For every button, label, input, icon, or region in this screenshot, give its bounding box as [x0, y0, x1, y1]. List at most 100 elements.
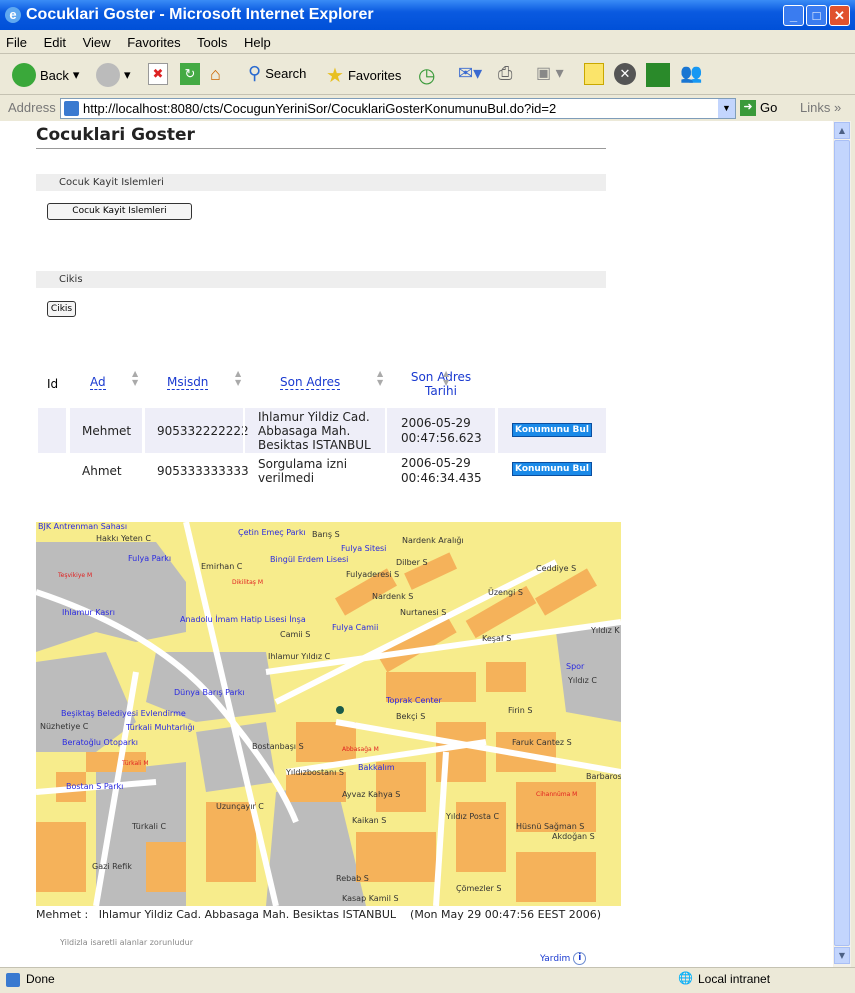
caption-time: (Mon May 29 00:47:56 EEST 2006)	[410, 908, 602, 921]
cell-ad: Mehmet	[82, 423, 132, 438]
map-label: Uzunçayır C	[216, 802, 264, 811]
sort-icon[interactable]: ▲ ▼	[132, 369, 138, 387]
links-button[interactable]: Links »	[800, 100, 841, 115]
history-icon[interactable]: ◷	[418, 63, 435, 88]
map-label: Ihlamur Kasrı	[62, 608, 115, 617]
info-icon: i	[573, 952, 587, 965]
scroll-up-icon[interactable]: ▲	[834, 122, 850, 139]
scroll-down-icon[interactable]: ▼	[834, 947, 850, 964]
map-label: Hüsnü Sağman S	[516, 822, 585, 831]
title-bar: e Cocuklari Goster - Microsoft Internet …	[0, 0, 855, 30]
dropdown-icon[interactable]: ▼	[718, 99, 735, 118]
minimize-button[interactable]: _	[783, 5, 804, 26]
messenger-icon[interactable]: 👥	[680, 63, 702, 84]
map-label: Hakkı Yeten C	[96, 534, 151, 543]
header-son-adres-tarihi[interactable]: Son Adres Tarihi	[408, 370, 474, 398]
cell-adres: Ihlamur Yildiz Cad. Abbasaga Mah. Besikt…	[258, 409, 371, 452]
map-label: Bostan S Parkı	[66, 782, 124, 791]
sort-icon[interactable]: ▲ ▼	[443, 369, 449, 387]
map-label: Ceddiye S	[536, 564, 577, 573]
header-ad[interactable]: Ad	[90, 375, 106, 390]
map-label: Emirhan C	[201, 562, 243, 571]
menu-favorites[interactable]: Favorites	[127, 35, 180, 50]
header-id: Id	[47, 377, 59, 391]
menu-bar: File Edit View Favorites Tools Help	[0, 31, 855, 54]
map-label: Çetin Emeç Parkı	[238, 528, 306, 537]
sort-icon[interactable]: ▲ ▼	[235, 369, 241, 387]
menu-view[interactable]: View	[83, 35, 111, 50]
refresh-icon[interactable]: ↻	[180, 63, 200, 85]
sort-icon[interactable]: ▲ ▼	[377, 369, 383, 387]
menu-tools[interactable]: Tools	[197, 35, 227, 50]
address-input[interactable]: http://localhost:8080/cts/CocugunYeriniS…	[60, 98, 736, 119]
map-label: Bekçi S	[396, 712, 426, 721]
caption-address: Ihlamur Yildiz Cad. Abbasaga Mah. Besikt…	[98, 908, 397, 921]
menu-help[interactable]: Help	[244, 35, 271, 50]
map-label: Yıldız C	[568, 676, 597, 685]
caption-name: Mehmet :	[36, 908, 89, 921]
menu-edit[interactable]: Edit	[44, 35, 66, 50]
map-label: Barış S	[312, 530, 340, 539]
map-label: Abbasağa M	[342, 746, 379, 753]
cell-msisdn: 905332222222	[157, 423, 249, 438]
icq-icon[interactable]	[646, 63, 670, 87]
header-son-adres[interactable]: Son Adres	[280, 375, 341, 390]
map-label: Türkali M	[122, 760, 149, 767]
map-label: Ayvaz Kahya S	[342, 790, 401, 799]
map-label: Fulya Sitesi	[341, 544, 387, 553]
cocuk-kayit-button[interactable]: Cocuk Kayit Islemleri	[47, 203, 192, 220]
map-label: BJK Antrenman Sahası	[38, 522, 128, 531]
header-msisdn[interactable]: Msisdn	[167, 375, 209, 390]
location-marker	[336, 706, 344, 714]
map-label: Kaikan S	[352, 816, 387, 825]
home-icon[interactable]: ⌂	[210, 63, 234, 85]
block-icon[interactable]: ✕	[614, 63, 636, 85]
scroll-thumb[interactable]	[834, 140, 850, 946]
star-icon: ★	[326, 65, 344, 87]
map-label: Fulya Parkı	[128, 554, 172, 563]
table-row: Ahmet 905333333333 Sorgulama izni verilm…	[38, 454, 606, 488]
cikis-button[interactable]: Cikis	[47, 301, 76, 317]
go-arrow-icon: ➜	[740, 100, 756, 116]
map-label: Yıldız K	[591, 626, 620, 635]
map-label: Türkali Muhtarlığı	[126, 723, 195, 732]
search-icon: ⚲	[248, 63, 262, 83]
map-label: Anadolu İmam Hatip Lisesi İnşa	[180, 615, 306, 624]
cell-adres: Sorgulama izni verilmedi	[258, 457, 348, 485]
location-map[interactable]: BJK Antrenman Sahası Çetin Emeç Parkı Fu…	[36, 522, 621, 906]
search-button[interactable]: ⚲ Search	[248, 63, 306, 84]
vertical-scrollbar[interactable]: ▲ ▼	[833, 121, 851, 967]
map-label: Keşaf S	[482, 634, 512, 643]
menu-file[interactable]: File	[6, 35, 27, 50]
map-label: Camii S	[280, 630, 311, 639]
note-icon[interactable]	[584, 63, 604, 85]
forward-button[interactable]: ▾	[96, 63, 131, 87]
print-icon[interactable]: ⎙	[498, 63, 512, 84]
map-label: Spor	[566, 662, 585, 671]
page-icon	[64, 101, 79, 116]
map-label: Cihannüma M	[536, 791, 578, 798]
edit-icon[interactable]: ▣ ▾	[536, 63, 564, 83]
toolbar: Back ▾ ▾ ✖ ↻ ⌂ ⚲ Search ★ Favorites ◷ ✉▾ ⎙…	[0, 55, 855, 95]
favorites-button[interactable]: ★ Favorites	[326, 63, 401, 88]
stop-icon[interactable]: ✖	[148, 63, 168, 85]
address-url: http://localhost:8080/cts/CocugunYeriniS…	[83, 101, 557, 116]
back-button[interactable]: Back ▾	[12, 63, 79, 87]
map-label: Barbaros B	[586, 772, 621, 781]
page-content: Cocuklari Goster Cocuk Kayit Islemleri C…	[0, 121, 833, 967]
help-link[interactable]: Yardim i	[540, 952, 587, 965]
zone-text: Local intranet	[698, 972, 771, 986]
go-button[interactable]: ➜ Go	[740, 100, 777, 116]
map-label: Dilber S	[396, 558, 428, 567]
map-label: Kasap Kamil S	[342, 894, 399, 903]
maximize-button[interactable]: □	[806, 5, 827, 26]
konumunu-bul-button[interactable]: Konumunu Bul	[512, 462, 592, 476]
cell-msisdn: 905333333333	[157, 464, 249, 478]
mail-icon[interactable]: ✉▾	[458, 63, 482, 84]
konumunu-bul-button[interactable]: Konumunu Bul	[512, 423, 592, 437]
section-header-cikis: Cikis	[36, 271, 606, 288]
page-icon	[6, 973, 20, 987]
close-button[interactable]: ✕	[829, 5, 850, 26]
map-label: Beşiktaş Belediyesi Evlendirme	[61, 709, 186, 718]
map-label: Faruk Cantez S	[512, 738, 572, 747]
